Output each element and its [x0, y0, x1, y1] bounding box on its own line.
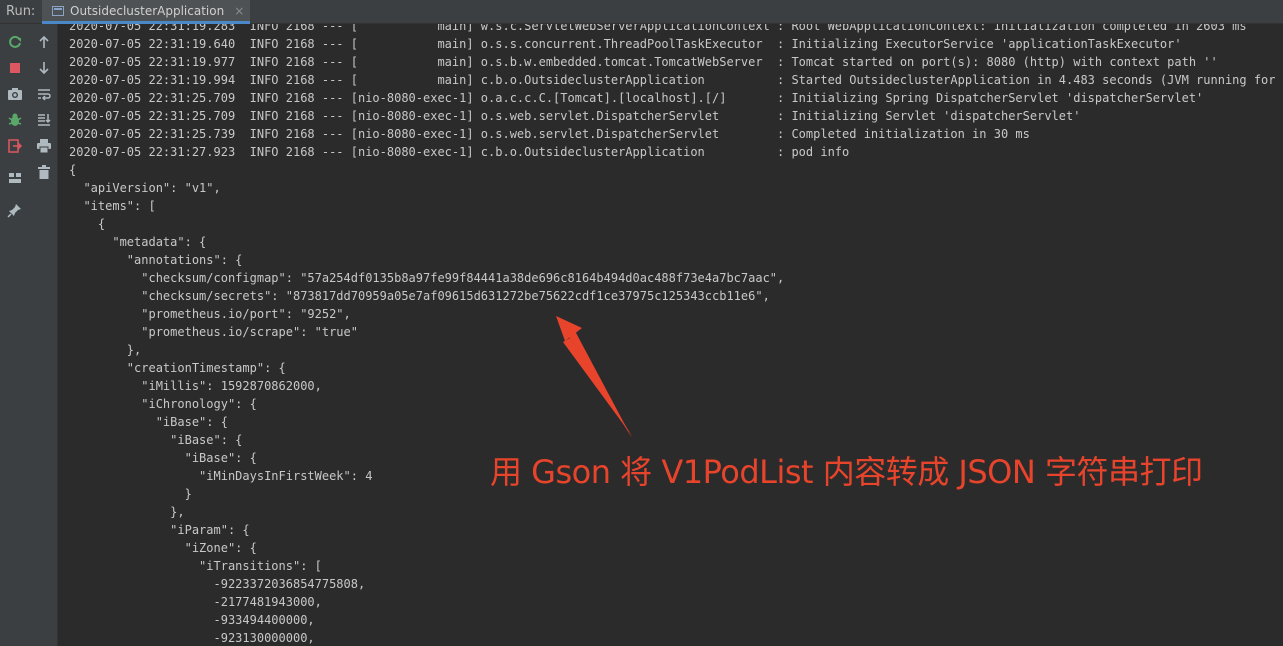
- application-icon: [52, 5, 64, 16]
- log-line: "apiVersion": "v1",: [69, 181, 221, 195]
- pin-icon[interactable]: [5, 200, 25, 220]
- log-line: {: [69, 217, 106, 231]
- log-line: 2020-07-05 22:31:25.739 INFO 2168 --- [n…: [69, 127, 1030, 141]
- log-line: 2020-07-05 22:31:25.709 INFO 2168 --- [n…: [69, 109, 1081, 123]
- log-line: "checksum/secrets": "873817dd70959a05e7a…: [69, 289, 770, 303]
- close-icon[interactable]: ×: [234, 4, 244, 18]
- log-line: "iBase": {: [69, 433, 243, 447]
- log-line: "creationTimestamp": {: [69, 361, 286, 375]
- stop-icon[interactable]: [5, 58, 25, 78]
- log-line: 2020-07-05 22:31:25.709 INFO 2168 --- [n…: [69, 91, 1204, 105]
- annotation-label: 用 Gson 将 V1PodList 内容转成 JSON 字符串打印: [490, 453, 1203, 491]
- log-line: 2020-07-05 22:31:19.994 INFO 2168 --- [ …: [69, 73, 1283, 87]
- debug-icon[interactable]: [5, 110, 25, 130]
- soft-wrap-icon[interactable]: [34, 84, 54, 104]
- log-line: "iZone": {: [69, 541, 257, 555]
- rerun-icon[interactable]: [5, 32, 25, 52]
- log-lines: 2020-07-05 22:31:19.283 INFO 2168 --- [ …: [69, 24, 1283, 646]
- camera-icon[interactable]: [5, 84, 25, 104]
- log-line: -933494400000,: [69, 613, 315, 627]
- trash-icon[interactable]: [34, 162, 54, 182]
- run-label: Run:: [6, 4, 36, 19]
- console-output[interactable]: 2020-07-05 22:31:19.283 INFO 2168 --- [ …: [59, 24, 1283, 646]
- print-icon[interactable]: [34, 136, 54, 156]
- log-line: 2020-07-05 22:31:19.977 INFO 2168 --- [ …: [69, 55, 1218, 69]
- log-line: "annotations": {: [69, 253, 243, 267]
- log-line: "iMillis": 1592870862000,: [69, 379, 322, 393]
- log-line: "prometheus.io/port": "9252",: [69, 307, 351, 321]
- scroll-down-icon[interactable]: [34, 58, 54, 78]
- tab-outsidecluster-application[interactable]: OutsideclusterApplication ×: [42, 0, 251, 24]
- run-toolbar: [0, 24, 58, 646]
- layout-icon[interactable]: [5, 168, 25, 188]
- run-tool-window-header: Run: OutsideclusterApplication ×: [0, 0, 1283, 24]
- log-line: },: [69, 505, 185, 519]
- scroll-up-icon[interactable]: [34, 32, 54, 52]
- log-line: "iParam": {: [69, 523, 250, 537]
- log-line: "metadata": {: [69, 235, 207, 249]
- log-line: "iChronology": {: [69, 397, 257, 411]
- log-line: 2020-07-05 22:31:19.283 INFO 2168 --- [ …: [69, 24, 1247, 33]
- log-line: "prometheus.io/scrape": "true": [69, 325, 358, 339]
- scroll-to-end-icon[interactable]: [34, 110, 54, 130]
- log-line: {: [69, 163, 77, 177]
- log-line: -923130000000,: [69, 631, 315, 645]
- log-line: "iBase": {: [69, 415, 228, 429]
- log-line: 2020-07-05 22:31:27.923 INFO 2168 --- [n…: [69, 145, 850, 159]
- log-line: 2020-07-05 22:31:19.640 INFO 2168 --- [ …: [69, 37, 1182, 51]
- log-line: -2177481943000,: [69, 595, 322, 609]
- tab-label: OutsideclusterApplication: [70, 3, 225, 18]
- log-line: },: [69, 343, 142, 357]
- log-line: -9223372036854775808,: [69, 577, 366, 591]
- log-line: "items": [: [69, 199, 156, 213]
- log-line: "checksum/configmap": "57a254df0135b8a97…: [69, 271, 785, 285]
- exit-icon[interactable]: [5, 136, 25, 156]
- log-line: "iTransitions": [: [69, 559, 322, 573]
